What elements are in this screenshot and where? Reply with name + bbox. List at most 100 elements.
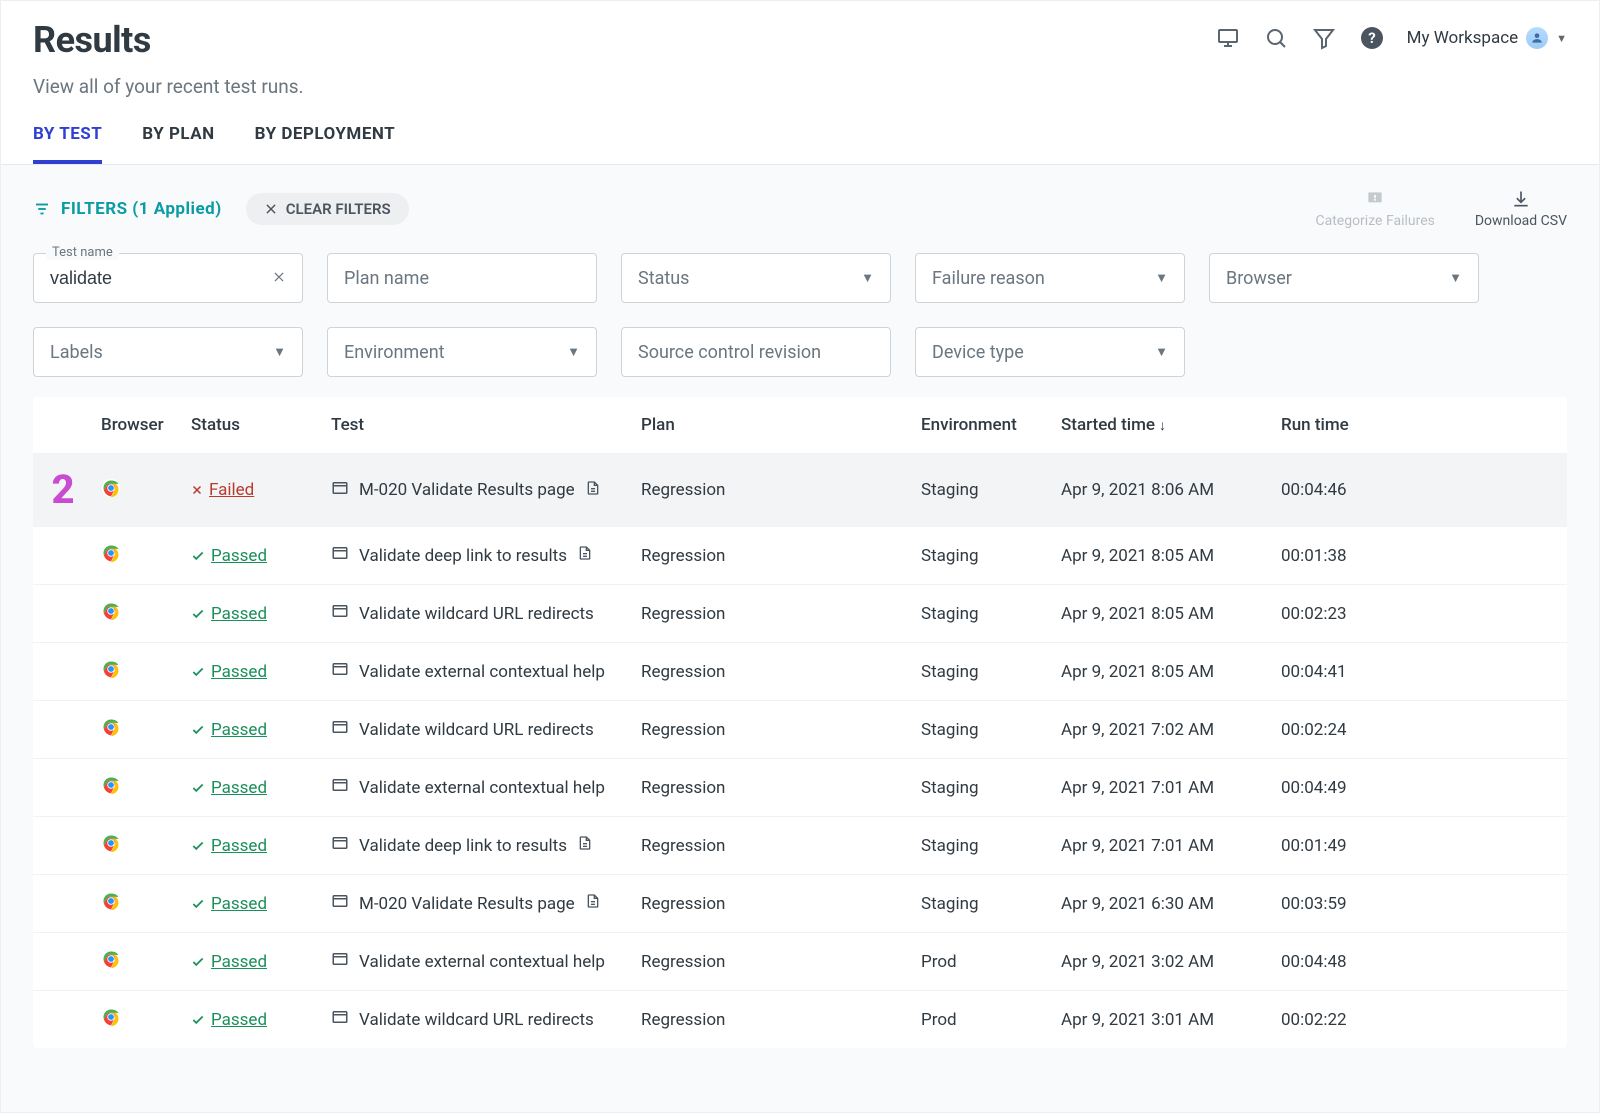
cell-environment: Prod bbox=[913, 933, 1053, 991]
cell-environment: Staging bbox=[913, 701, 1053, 759]
col-started[interactable]: Started time↓ bbox=[1053, 397, 1273, 454]
chevron-down-icon: ▼ bbox=[567, 344, 580, 360]
cell-runtime: 00:04:46 bbox=[1273, 454, 1567, 527]
cell-browser bbox=[93, 643, 183, 701]
document-icon bbox=[577, 544, 593, 567]
table-row[interactable]: Passed M-020 Validate Results page Regress… bbox=[33, 875, 1567, 933]
tab-by-deployment[interactable]: BY DEPLOYMENT bbox=[255, 124, 396, 164]
document-icon bbox=[585, 479, 601, 502]
cell-started: Apr 9, 2021 7:01 AM bbox=[1053, 759, 1273, 817]
tab-by-test[interactable]: BY TEST bbox=[33, 124, 102, 164]
status-link[interactable]: Passed bbox=[191, 720, 315, 740]
cell-test[interactable]: Validate wildcard URL redirects bbox=[331, 718, 625, 741]
col-browser[interactable]: Browser bbox=[93, 397, 183, 454]
filters-toggle[interactable]: FILTERS (1 Applied) bbox=[33, 199, 222, 219]
col-test[interactable]: Test bbox=[323, 397, 633, 454]
window-icon bbox=[331, 718, 349, 741]
tab-by-plan[interactable]: BY PLAN bbox=[142, 124, 214, 164]
failure-reason-select[interactable]: Failure reason▼ bbox=[915, 253, 1185, 303]
cell-plan: Regression bbox=[633, 933, 913, 991]
chrome-icon bbox=[101, 1012, 121, 1032]
table-row[interactable]: 2FailedM-020 Validate Results pageRegres… bbox=[33, 454, 1567, 527]
cell-plan: Regression bbox=[633, 759, 913, 817]
status-link[interactable]: Passed bbox=[191, 662, 315, 682]
table-row[interactable]: Passed Validate external contextual help R… bbox=[33, 643, 1567, 701]
cell-plan: Regression bbox=[633, 817, 913, 875]
cell-started: Apr 9, 2021 3:01 AM bbox=[1053, 991, 1273, 1049]
cell-started: Apr 9, 2021 8:05 AM bbox=[1053, 527, 1273, 585]
window-icon bbox=[331, 544, 349, 567]
status-link[interactable]: Failed bbox=[191, 480, 315, 500]
chrome-icon bbox=[101, 606, 121, 626]
window-icon bbox=[331, 660, 349, 683]
cell-test[interactable]: Validate wildcard URL redirects bbox=[331, 1008, 625, 1031]
table-row[interactable]: PassedValidate deep link to resultsRegre… bbox=[33, 527, 1567, 585]
cell-test[interactable]: Validate external contextual help bbox=[331, 660, 625, 683]
cell-started: Apr 9, 2021 3:02 AM bbox=[1053, 933, 1273, 991]
status-link[interactable]: Passed bbox=[191, 778, 315, 798]
cell-test[interactable]: Validate external contextual help bbox=[331, 776, 625, 799]
col-runtime[interactable]: Run time bbox=[1273, 397, 1567, 454]
plan-name-select[interactable]: Plan name bbox=[327, 253, 597, 303]
device-type-label: Device type bbox=[932, 342, 1024, 363]
workspace-switcher[interactable]: My Workspace ▼ bbox=[1407, 27, 1567, 49]
results-table: Browser Status Test Plan Environment Sta… bbox=[33, 397, 1567, 1048]
cell-test[interactable]: M-020 Validate Results page bbox=[331, 892, 625, 915]
chrome-icon bbox=[101, 838, 121, 858]
status-link[interactable]: Passed bbox=[191, 546, 315, 566]
cell-plan: Regression bbox=[633, 875, 913, 933]
status-select[interactable]: Status ▼ bbox=[621, 253, 891, 303]
browser-select[interactable]: Browser▼ bbox=[1209, 253, 1479, 303]
col-plan[interactable]: Plan bbox=[633, 397, 913, 454]
search-icon[interactable] bbox=[1263, 25, 1289, 51]
cell-test[interactable]: Validate deep link to results bbox=[331, 834, 625, 857]
cell-plan: Regression bbox=[633, 643, 913, 701]
help-icon[interactable]: ? bbox=[1359, 25, 1385, 51]
test-name-field[interactable] bbox=[50, 268, 264, 289]
browser-label: Browser bbox=[1226, 268, 1292, 289]
labels-select[interactable]: Labels▼ bbox=[33, 327, 303, 377]
status-link[interactable]: Passed bbox=[191, 604, 315, 624]
table-row[interactable]: Passed Validate external contextual help R… bbox=[33, 933, 1567, 991]
cell-browser bbox=[93, 817, 183, 875]
clear-filters-button[interactable]: CLEAR FILTERS bbox=[246, 193, 409, 225]
col-environment[interactable]: Environment bbox=[913, 397, 1053, 454]
cell-started: Apr 9, 2021 8:05 AM bbox=[1053, 643, 1273, 701]
source-control-label: Source control revision bbox=[638, 342, 821, 363]
table-row[interactable]: Passed Validate external contextual help R… bbox=[33, 759, 1567, 817]
download-csv-button[interactable]: Download CSV bbox=[1475, 189, 1567, 229]
window-icon bbox=[331, 892, 349, 915]
clear-filters-label: CLEAR FILTERS bbox=[286, 200, 391, 218]
chevron-down-icon: ▼ bbox=[861, 270, 874, 286]
view-tabs: BY TEST BY PLAN BY DEPLOYMENT bbox=[1, 98, 1599, 165]
environment-select[interactable]: Environment▼ bbox=[327, 327, 597, 377]
device-type-select[interactable]: Device type▼ bbox=[915, 327, 1185, 377]
filter-icon[interactable] bbox=[1311, 25, 1337, 51]
window-icon bbox=[331, 1008, 349, 1031]
cell-test[interactable]: M-020 Validate Results page bbox=[331, 479, 625, 502]
source-control-select[interactable]: Source control revision bbox=[621, 327, 891, 377]
status-link[interactable]: Passed bbox=[191, 836, 315, 856]
status-link[interactable]: Passed bbox=[191, 952, 315, 972]
table-row[interactable]: PassedValidate wildcard URL redirectsReg… bbox=[33, 585, 1567, 643]
cell-test[interactable]: Validate external contextual help bbox=[331, 950, 625, 973]
chrome-icon bbox=[101, 548, 121, 568]
chevron-down-icon: ▼ bbox=[1556, 32, 1567, 45]
table-row[interactable]: PassedValidate wildcard URL redirectsReg… bbox=[33, 701, 1567, 759]
test-name-input[interactable]: Test name bbox=[33, 253, 303, 303]
cell-test[interactable]: Validate wildcard URL redirects bbox=[331, 602, 625, 625]
monitor-icon[interactable] bbox=[1215, 25, 1241, 51]
status-link[interactable]: Passed bbox=[191, 894, 315, 914]
failure-reason-label: Failure reason bbox=[932, 268, 1045, 289]
status-link[interactable]: Passed bbox=[191, 1010, 315, 1030]
col-status[interactable]: Status bbox=[183, 397, 323, 454]
page-title: Results bbox=[33, 19, 304, 61]
table-row[interactable]: Passed Validate wildcard URL redirects Reg… bbox=[33, 991, 1567, 1049]
status-label: Status bbox=[638, 268, 689, 289]
cell-plan: Regression bbox=[633, 991, 913, 1049]
cell-started: Apr 9, 2021 7:01 AM bbox=[1053, 817, 1273, 875]
cell-test[interactable]: Validate deep link to results bbox=[331, 544, 625, 567]
clear-test-name-icon[interactable] bbox=[264, 268, 286, 289]
cell-environment: Staging bbox=[913, 875, 1053, 933]
table-row[interactable]: Passed Validate deep link to results Regre… bbox=[33, 817, 1567, 875]
